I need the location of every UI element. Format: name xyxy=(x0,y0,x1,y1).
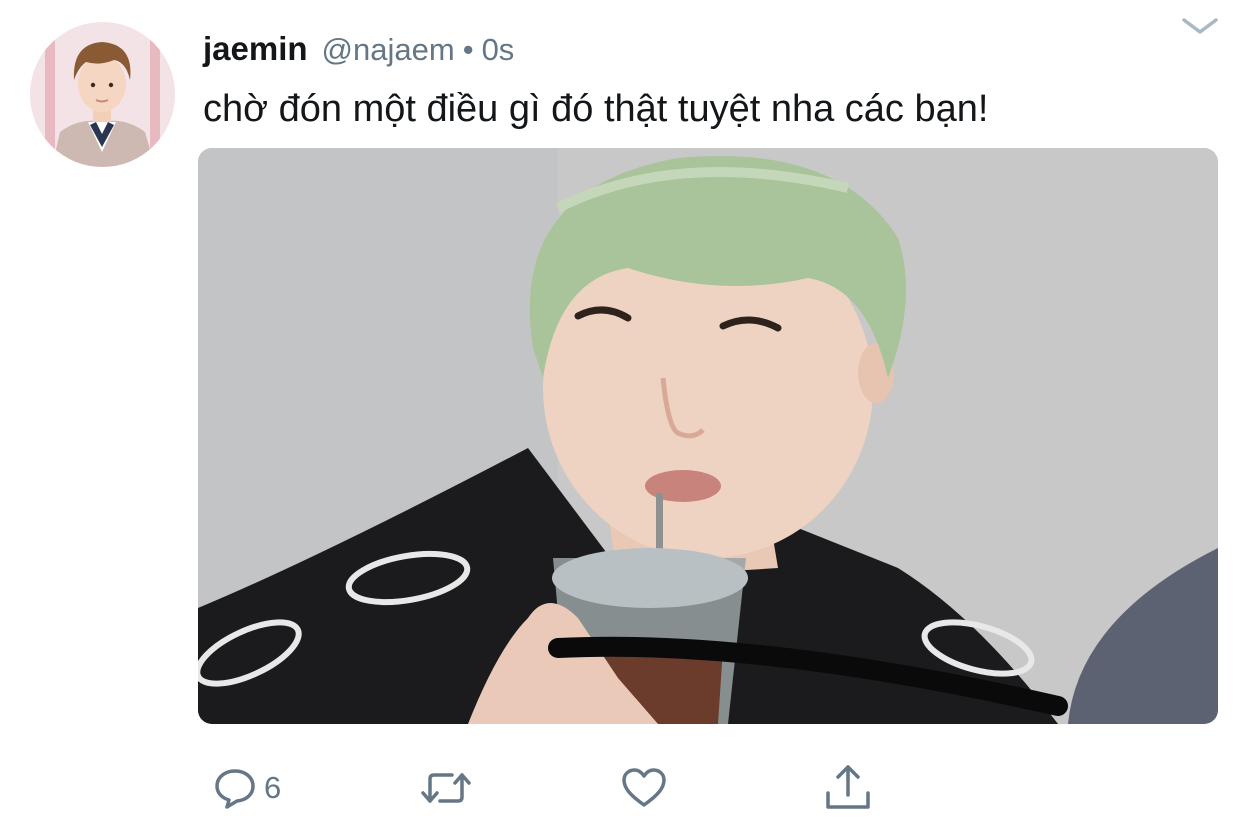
retweet-icon xyxy=(418,765,474,811)
timestamp[interactable]: 0s xyxy=(482,32,515,68)
tweet-text: chờ đón một điều gì đó thật tuyệt nha cá… xyxy=(203,88,989,130)
share-button[interactable] xyxy=(822,760,874,816)
reply-count: 6 xyxy=(264,770,282,805)
reply-icon xyxy=(212,765,258,811)
tweet-media-image[interactable] xyxy=(198,148,1218,724)
tweet-card[interactable]: jaemin @najaem • 0s chờ đón một điều gì … xyxy=(0,0,1242,829)
chevron-down-icon[interactable] xyxy=(1180,14,1220,38)
share-icon xyxy=(822,763,874,813)
tweet-header: jaemin @najaem • 0s xyxy=(203,30,514,76)
reply-button[interactable]: 6 xyxy=(212,760,281,816)
display-name[interactable]: jaemin xyxy=(203,30,308,68)
avatar-image xyxy=(30,22,175,167)
avatar[interactable] xyxy=(30,22,175,167)
user-handle[interactable]: @najaem xyxy=(322,32,455,68)
heart-icon xyxy=(620,765,668,811)
separator-dot: • xyxy=(462,32,474,67)
like-button[interactable] xyxy=(620,760,668,816)
retweet-button[interactable] xyxy=(418,760,474,816)
tweet-actions: 6 xyxy=(198,760,918,820)
